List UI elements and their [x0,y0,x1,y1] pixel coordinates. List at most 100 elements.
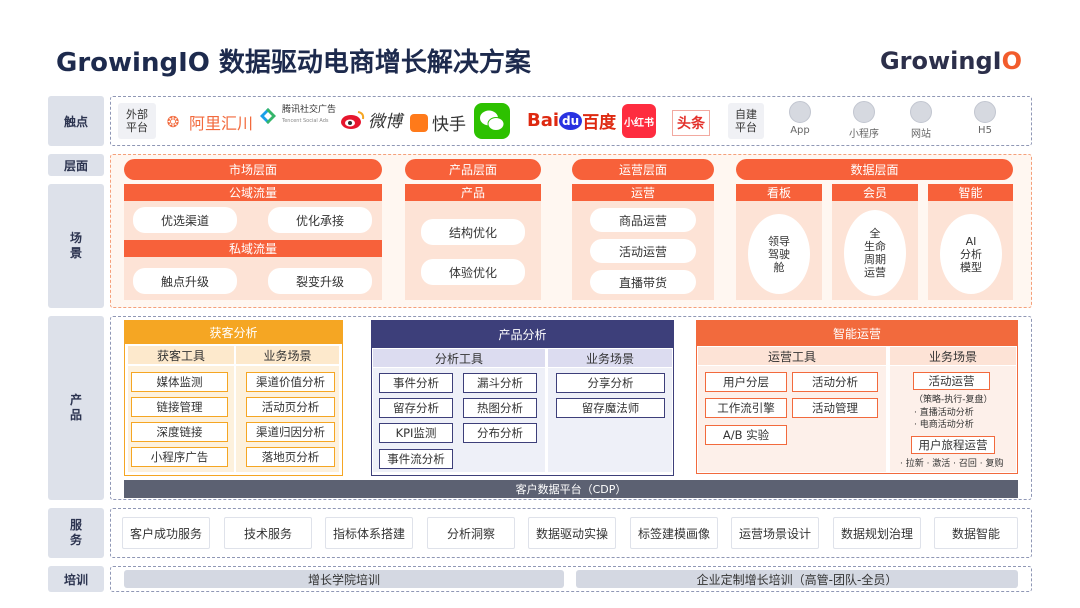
tencent-ads-icon [260,108,276,124]
kuaishou-icon [410,113,428,132]
scene-chip: 活动运营 [590,239,696,263]
acq-tool: 媒体监测 [131,372,228,392]
smart-ops-header: 智能运营 [696,320,1018,346]
cdp-bar: 客户数据平台（CDP） [124,480,1018,498]
row-label-layer: 层面 [48,154,104,176]
smart-scene: 用户旅程运营 [911,436,995,454]
training-item: 增长学院培训 [124,570,564,588]
scene-chip: 直播带货 [590,270,696,294]
ana-tool: 事件分析 [379,373,453,393]
page-title: GrowingIO 数据驱动电商增长解决方案 [56,48,531,78]
row-label-touch: 触点 [48,96,104,146]
external-platform-tag: 外部 平台 [118,103,156,139]
smart-tool: A/B 实验 [705,425,787,445]
website-platform: 网站 [898,101,944,140]
product-sub-header: 产品 [405,184,541,201]
acquisition-header: 获客分析 [124,320,343,344]
xiaohongshu-icon: 小红书 [622,104,656,138]
private-traffic-header: 私域流量 [124,240,382,257]
smart-scene: 活动运营 [913,372,990,390]
weibo-brand: 微博 [340,107,402,132]
scene-chip: 优选渠道 [133,207,237,233]
baidu-brand: Bai du 百度 [527,110,617,133]
scene-oval: 全生命 周期 运营 [844,210,906,296]
public-traffic-header: 公域流量 [124,184,382,201]
smart-note: · 电商活动分析 [914,420,974,430]
acquisition-tools-head: 获客工具 [128,346,234,364]
ana-tool: 热图分析 [463,398,537,418]
acq-tool: 小程序广告 [131,447,228,467]
ops-layer-header: 运营层面 [572,159,714,180]
smart-scene-head: 业务场景 [890,347,1016,365]
tencent-ads-brand: 腾讯社交广告 Tencent Social Ads [257,105,336,127]
training-item: 企业定制增长培训（高管-团队-全员） [576,570,1018,588]
ana-tool: 分布分析 [463,423,537,443]
ana-scene: 分享分析 [556,373,665,393]
acq-scene: 活动页分析 [246,397,335,417]
service-item: 指标体系搭建 [325,517,413,549]
intelligence-header: 智能 [928,184,1013,201]
ops-sub-header: 运营 [572,184,714,201]
smart-tool: 活动分析 [792,372,878,392]
member-header: 会员 [832,184,918,201]
smart-tool: 工作流引擎 [705,398,787,418]
scene-chip: 结构优化 [421,219,525,245]
ali-huichuan-brand: ❂ 阿里汇川 [163,110,253,134]
scene-chip: 优化承接 [268,207,372,233]
growingio-logo: GrowingIO [879,47,1022,75]
ana-tool: 留存分析 [379,398,453,418]
product-layer-header: 产品层面 [405,159,541,180]
kuaishou-brand: 快手 [410,110,466,135]
dashboard-header: 看板 [736,184,822,201]
scene-chip: 触点升级 [133,268,237,294]
miniprogram-platform: 小程序 [841,101,887,140]
ana-tool: 漏斗分析 [463,373,537,393]
weibo-icon [341,110,365,129]
market-layer-header: 市场层面 [124,159,382,180]
row-label-scene: 场景 [48,184,104,308]
miniprogram-icon [853,101,875,123]
scene-oval: 领导 驾驶舱 [748,214,810,294]
acq-tool: 链接管理 [131,397,228,417]
smart-note: （策略-执行-复盘） [914,395,993,405]
analysis-scene-head: 业务场景 [548,349,672,367]
smart-note: · 拉新 · 激活 · 召回 · 复购 [900,459,1004,469]
html5-icon [974,101,996,123]
scene-chip: 体验优化 [421,259,525,285]
toutiao-icon: 头条 [672,110,710,136]
scene-chip: 商品运营 [590,208,696,232]
app-icon [789,101,811,123]
service-item: 数据智能 [934,517,1018,549]
service-item: 数据规划治理 [833,517,921,549]
product-analysis-header: 产品分析 [371,320,674,348]
ana-scene: 留存魔法师 [556,398,665,418]
acq-scene: 落地页分析 [246,447,335,467]
ana-tool: KPI监测 [379,423,453,443]
acq-tool: 深度链接 [131,422,228,442]
service-item: 数据驱动实操 [528,517,616,549]
service-item: 技术服务 [224,517,312,549]
row-label-product: 产品 [48,316,104,500]
service-item: 客户成功服务 [122,517,210,549]
row-label-service: 服务 [48,508,104,558]
smart-tool: 活动管理 [792,398,878,418]
service-item: 分析洞察 [427,517,515,549]
wechat-icon [474,103,510,139]
analysis-tools-head: 分析工具 [373,349,545,367]
scene-oval: AI 分析 模型 [940,214,1002,294]
baidu-paw-icon: du [559,111,583,130]
app-platform: App [777,101,823,136]
smart-tool: 用户分层 [705,372,787,392]
h5-platform: H5 [962,101,1008,136]
acquisition-scene-head: 业务场景 [236,346,339,364]
smart-tools-head: 运营工具 [698,347,886,365]
ali-swirl-icon: ❂ [166,113,180,131]
acq-scene: 渠道归因分析 [246,422,335,442]
smart-note: · 直播活动分析 [914,408,974,418]
service-item: 运营场景设计 [731,517,819,549]
scene-chip: 裂变升级 [268,268,372,294]
owned-platform-tag: 自建 平台 [728,103,764,139]
monitor-icon [910,101,932,123]
ana-tool: 事件流分析 [379,449,453,469]
row-label-training: 培训 [48,566,104,592]
